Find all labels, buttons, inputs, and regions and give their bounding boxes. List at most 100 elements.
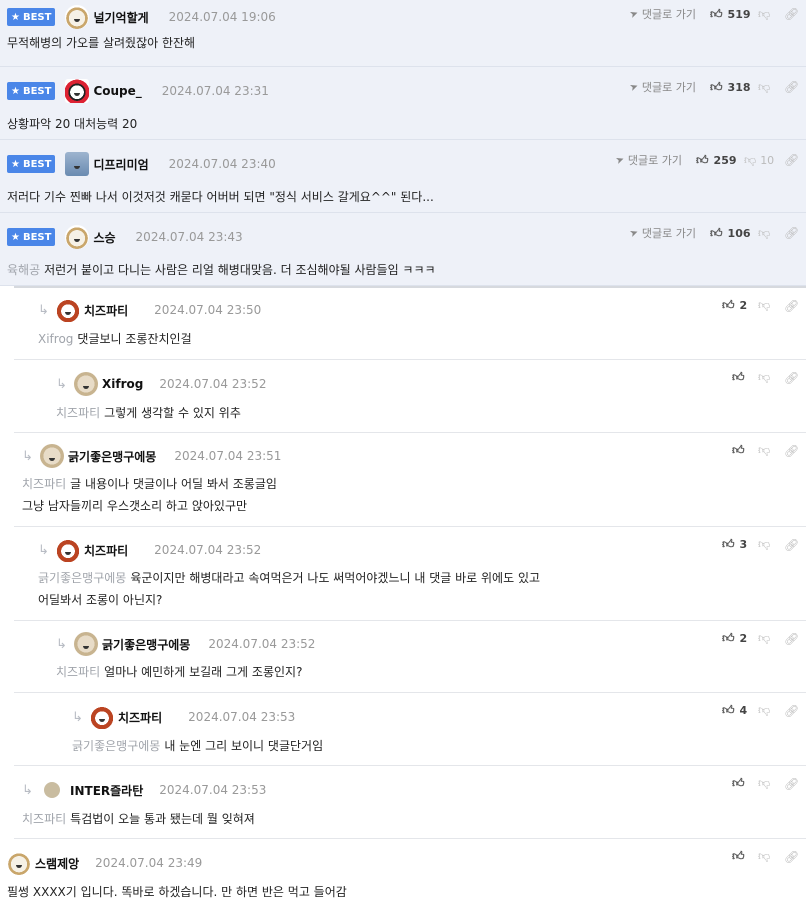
link-icon[interactable]: 🔗︎ [784,153,799,167]
dislike-button[interactable]: 👎︎ [758,703,784,718]
comment-author[interactable]: 스램제앙 [35,855,79,872]
dislike-button[interactable]: 👎︎ [758,370,784,385]
comment-author[interactable]: 치즈파티 [84,302,128,319]
link-icon[interactable]: 🔗︎ [784,299,799,313]
thumbs-down-icon: 👎︎ [758,298,771,312]
mention[interactable]: 육해공 [7,263,40,277]
like-button[interactable]: 👍︎ 259 [696,153,744,168]
avatar[interactable] [65,225,90,249]
like-button[interactable]: 👍︎ 4 [722,703,758,718]
thumbs-up-icon: 👍︎ [710,79,723,94]
mention[interactable]: 치즈파티 [22,477,66,491]
reply-comment: ↳ INTER즐라탄 2024.07.04 23:53 👍︎ 👎︎ 🔗︎ 치즈파… [14,766,806,839]
comment-actions: ➤ 댓글로 가기 👍︎ 519 👎︎ 🔗︎ [627,6,799,22]
link-icon[interactable]: 🔗︎ [784,444,799,458]
like-button[interactable]: 👍︎ 2 [722,631,758,646]
comment-body: 치즈파티 얼마나 예민하게 보길래 그게 조롱인지? [56,665,303,679]
dislike-button[interactable]: 👎︎ [758,631,784,646]
mention[interactable]: Xifrog [38,332,73,346]
avatar[interactable] [74,632,98,656]
avatar[interactable] [56,298,80,322]
best-comment: ★ BEST 널기억할게 2024.07.04 19:06 ➤ 댓글로 가기 👍︎ 5… [0,0,806,67]
mention[interactable]: 치즈파티 [22,812,66,826]
link-icon[interactable]: 🔗︎ [784,704,799,718]
like-button[interactable]: 👍︎ [732,776,758,791]
comment-author[interactable]: 긁기좋은맹구에몽 [102,636,190,653]
thumbs-down-icon: 👎︎ [758,370,771,384]
like-button[interactable]: 👍︎ [732,443,758,458]
reply-comment: ↳ Xifrog 2024.07.04 23:52 👍︎ 👎︎ 🔗︎ 치즈파티 그… [14,360,806,433]
comment-author[interactable]: INTER즐라탄 [70,782,143,799]
comment-author[interactable]: 치즈파티 [84,542,128,559]
avatar[interactable] [65,79,90,103]
goto-reply-link[interactable]: ➤ 댓글로 가기 [614,152,682,168]
comment-actions: ➤ 댓글로 가기 👍︎ 318 👎︎ 🔗︎ [628,79,799,95]
comment-author[interactable]: Coupe_ [93,84,141,98]
goto-reply-link[interactable]: ➤ 댓글로 가기 [628,79,696,95]
avatar[interactable] [74,372,98,396]
comment-date: 2024.07.04 23:49 [95,856,203,870]
thumbs-down-icon: 👎︎ [758,225,771,240]
link-icon[interactable]: 🔗︎ [784,632,799,646]
comment-author[interactable]: 치즈파티 [118,709,162,726]
like-button[interactable]: 👍︎ 106 [710,226,758,241]
link-icon[interactable]: 🔗︎ [784,226,799,240]
avatar[interactable] [40,444,64,468]
dislike-button[interactable]: 👎︎ [758,80,784,95]
thumbs-down-icon: 👎︎ [744,152,757,167]
comment-body: Xifrog 댓글보니 조롱잔치인걸 [38,332,192,346]
avatar[interactable] [56,538,80,562]
send-icon: ➤ [627,7,640,21]
thumbs-down-icon: 👎︎ [758,703,771,717]
thumbs-down-icon: 👎︎ [758,537,771,551]
reply-comment: ↳ 긁기좋은맹구에몽 2024.07.04 23:51 👍︎ 👎︎ 🔗︎ 치즈파… [14,433,806,527]
best-comment: ★ BEST Coupe_ 2024.07.04 23:31 ➤ 댓글로 가기 👍︎… [0,67,806,140]
link-icon[interactable]: 🔗︎ [784,777,799,791]
link-icon[interactable]: 🔗︎ [784,7,799,21]
comment-author[interactable]: 디프리미엄 [93,156,148,173]
avatar[interactable] [90,705,114,729]
comment-author[interactable]: 널기억할게 [93,9,148,26]
like-button[interactable]: 👍︎ 2 [722,298,758,313]
mention[interactable]: 긁기좋은맹구에몽 [38,571,126,585]
like-button[interactable]: 👍︎ [732,849,758,864]
avatar[interactable] [44,782,60,798]
comment-actions: 👍︎ 2 👎︎ 🔗︎ [722,631,799,646]
link-icon[interactable]: 🔗︎ [784,80,799,94]
like-button[interactable]: 👍︎ 3 [722,537,758,552]
comment-author[interactable]: Xifrog [102,377,143,391]
dislike-button[interactable]: 👎︎ 10 [744,153,784,168]
like-button[interactable]: 👍︎ 519 [710,7,758,22]
best-badge: ★ BEST [7,228,56,246]
dislike-button[interactable]: 👎︎ [758,443,784,458]
link-icon[interactable]: 🔗︎ [784,538,799,552]
thumbs-down-icon: 👎︎ [758,776,771,790]
thumbs-up-icon: 👍︎ [732,849,745,863]
like-button[interactable]: 👍︎ [732,370,758,385]
dislike-button[interactable]: 👎︎ [758,7,784,22]
dislike-button[interactable]: 👎︎ [758,226,784,241]
reply-arrow-icon: ↳ [56,376,67,392]
goto-reply-link[interactable]: ➤ 댓글로 가기 [628,225,696,241]
dislike-button[interactable]: 👎︎ [758,298,784,313]
mention[interactable]: 긁기좋은맹구에몽 [72,739,160,753]
avatar[interactable] [65,5,90,29]
like-button[interactable]: 👍︎ 318 [710,80,758,95]
thumbs-up-icon: 👍︎ [722,703,735,717]
goto-reply-link[interactable]: ➤ 댓글로 가기 [627,6,696,22]
comment-author[interactable]: 긁기좋은맹구에몽 [68,448,156,465]
avatar[interactable] [7,851,31,875]
comment-body: 긁기좋은맹구에몽 육군이지만 해병대라고 속여먹은거 나도 써먹어야겠느니 내 댓… [38,571,541,607]
comment-body: 필썽 XXXX기 입니다. 똑바로 하겠습니다. 만 하면 반은 먹고 들어감 [7,885,347,899]
reply-arrow-icon: ↳ [22,782,33,798]
mention[interactable]: 치즈파티 [56,406,100,420]
dislike-button[interactable]: 👎︎ [758,537,784,552]
thumbs-up-icon: 👍︎ [722,537,735,551]
link-icon[interactable]: 🔗︎ [784,850,799,864]
mention[interactable]: 치즈파티 [56,665,100,679]
link-icon[interactable]: 🔗︎ [784,371,799,385]
comment-author[interactable]: 스승 [93,229,115,246]
avatar[interactable] [65,152,90,176]
dislike-button[interactable]: 👎︎ [758,849,784,864]
dislike-button[interactable]: 👎︎ [758,776,784,791]
